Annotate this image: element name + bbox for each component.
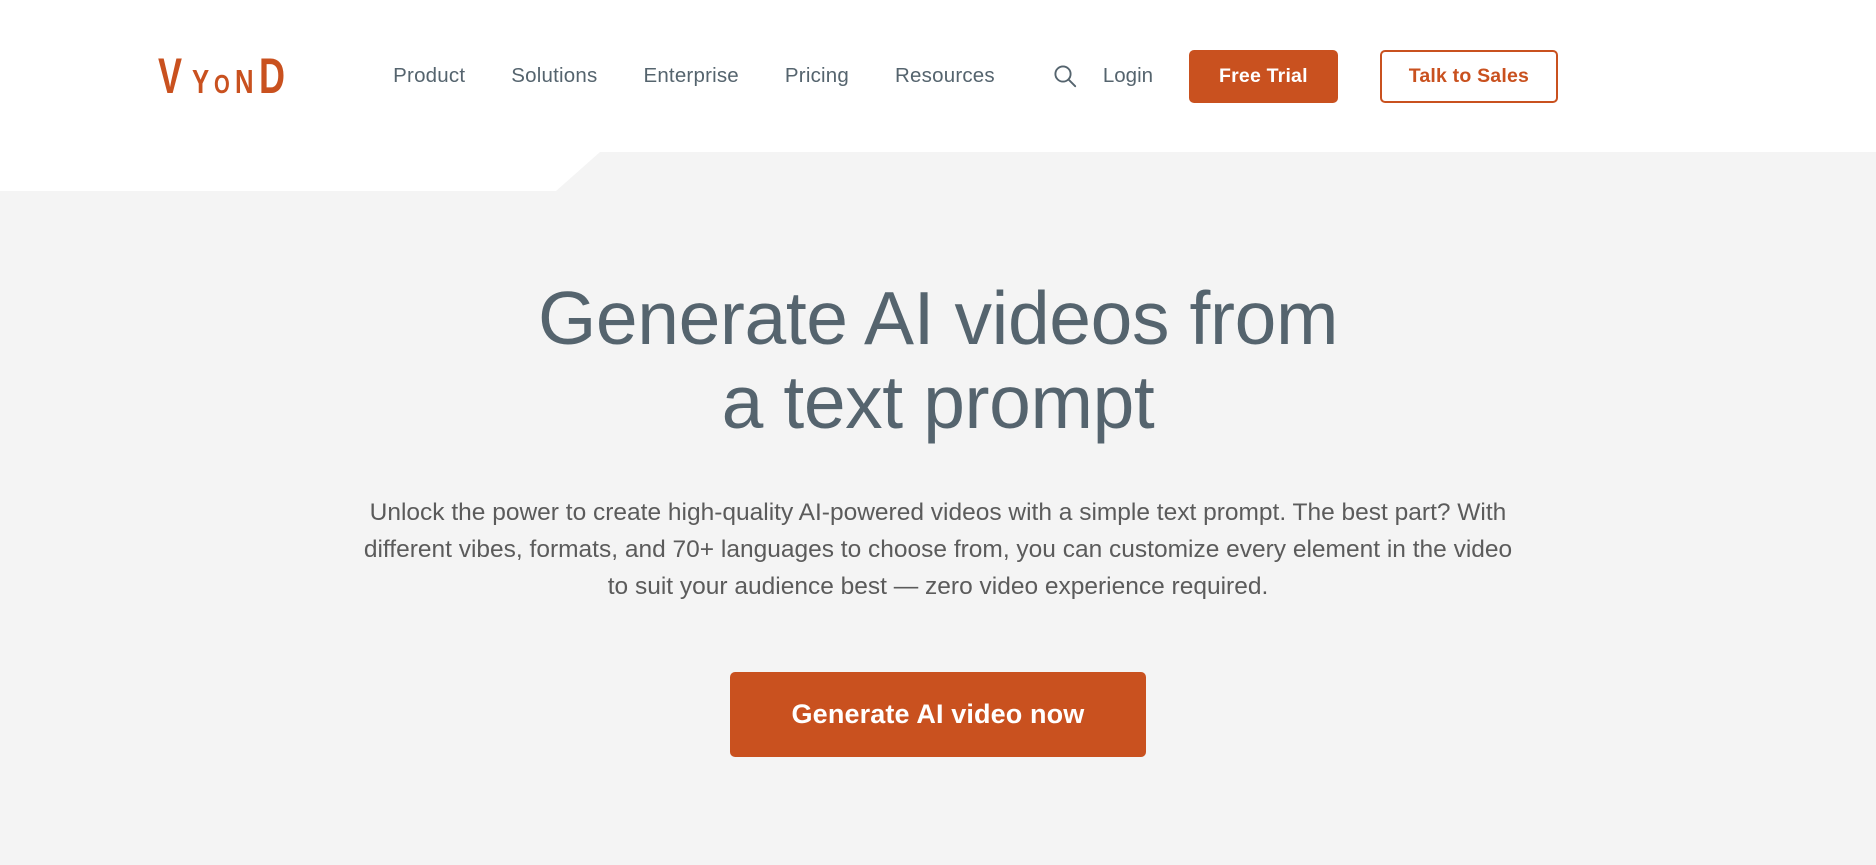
logo-letter-o: O xyxy=(214,69,231,99)
page-title: Generate AI videos from a text prompt xyxy=(0,276,1876,444)
page-title-line-2: a text prompt xyxy=(721,360,1155,444)
logo-letter-v: V xyxy=(158,48,183,104)
free-trial-button[interactable]: Free Trial xyxy=(1189,49,1338,103)
hero-section: Generate AI videos from a text prompt Un… xyxy=(0,191,1876,757)
navbar-right-cluster: Login Free Trial Talk to Sales xyxy=(1045,49,1559,103)
logo-letter-y: Y xyxy=(191,63,210,100)
hero-subtitle: Unlock the power to create high-quality … xyxy=(363,499,1513,601)
vyond-logo[interactable]: V Y O N D xyxy=(158,51,295,101)
logo-letter-d: D xyxy=(258,48,285,104)
nav-link-enterprise[interactable]: Enterprise xyxy=(643,64,738,88)
landing-page: V Y O N D Product Solutions Enterprise P… xyxy=(0,0,1876,865)
site-navbar: V Y O N D Product Solutions Enterprise P… xyxy=(0,0,1876,152)
search-icon[interactable] xyxy=(1045,56,1085,96)
generate-ai-video-button[interactable]: Generate AI video now xyxy=(729,671,1147,757)
nav-link-resources[interactable]: Resources xyxy=(895,64,995,88)
talk-to-sales-button[interactable]: Talk to Sales xyxy=(1379,49,1559,103)
nav-link-pricing[interactable]: Pricing xyxy=(785,64,849,88)
nav-link-product[interactable]: Product xyxy=(393,64,465,88)
logo-letter-n: N xyxy=(234,63,254,100)
nav-link-solutions[interactable]: Solutions xyxy=(511,64,597,88)
login-link[interactable]: Login xyxy=(1103,64,1153,88)
page-title-line-1: Generate AI videos from xyxy=(537,276,1339,360)
hero-cta-container: Generate AI video now xyxy=(0,671,1876,757)
primary-navigation: Product Solutions Enterprise Pricing Res… xyxy=(393,64,995,88)
